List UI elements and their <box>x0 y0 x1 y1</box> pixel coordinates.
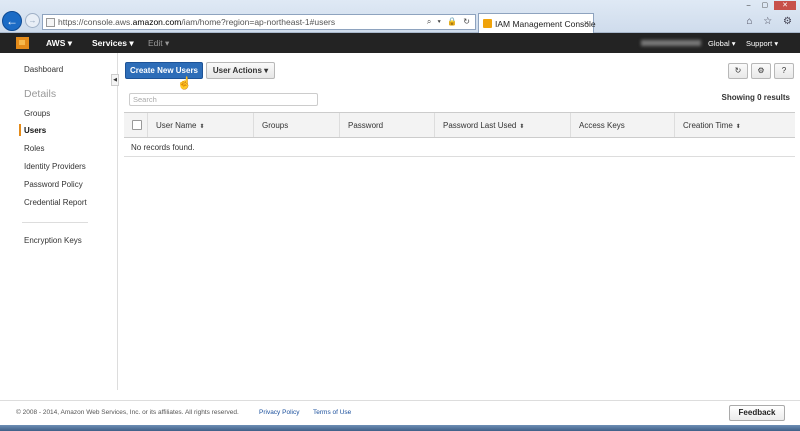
column-label: Creation Time <box>683 121 733 130</box>
sidebar-item-roles[interactable]: Roles <box>24 144 44 153</box>
column-access-keys[interactable]: Access Keys <box>571 113 675 137</box>
feedback-button[interactable]: Feedback <box>729 405 785 421</box>
sidebar-item-groups[interactable]: Groups <box>24 109 50 118</box>
sidebar-item-credential-report[interactable]: Credential Report <box>24 198 87 207</box>
sidebar-item-dashboard[interactable]: Dashboard <box>24 65 63 74</box>
column-password-last-used[interactable]: Password Last Used ⬍ <box>435 113 571 137</box>
sidebar: Dashboard Details Groups Users Roles Ide… <box>0 53 118 390</box>
page-icon <box>46 18 55 27</box>
os-taskbar <box>0 425 800 431</box>
sidebar-item-identity-providers[interactable]: Identity Providers <box>24 162 86 171</box>
column-label: Password <box>348 121 384 130</box>
window-controls: – ▢ ✕ <box>742 0 796 10</box>
url-domain: amazon.com <box>132 17 182 27</box>
column-creation-time[interactable]: Creation Time ⬍ <box>675 113 795 137</box>
column-label: Password Last Used <box>443 121 517 130</box>
nav-aws-menu[interactable]: AWS ▾ <box>46 38 72 49</box>
table-divider <box>124 156 795 157</box>
account-name-blurred[interactable] <box>641 40 701 46</box>
sidebar-item-password-policy[interactable]: Password Policy <box>24 180 83 189</box>
nav-services-menu[interactable]: Services ▾ <box>92 38 134 49</box>
result-count: Showing 0 results <box>721 93 790 102</box>
select-all-cell <box>124 113 148 137</box>
privacy-policy-link[interactable]: Privacy Policy <box>259 409 299 416</box>
column-label: Access Keys <box>579 121 625 130</box>
sort-icon: ⬍ <box>199 124 205 130</box>
close-window-icon[interactable]: ✕ <box>774 1 796 10</box>
users-table-header: User Name ⬍ Groups Password Password Last… <box>124 112 795 138</box>
column-groups[interactable]: Groups <box>254 113 340 137</box>
copyright-text: © 2008 - 2014, Amazon Web Services, Inc.… <box>16 409 239 416</box>
search-input[interactable] <box>129 93 318 106</box>
nav-region-menu[interactable]: Global ▾ <box>708 39 736 48</box>
column-password[interactable]: Password <box>340 113 435 137</box>
address-bar-icons[interactable]: ⌕ ▾ 🔒 ↻ <box>427 17 472 27</box>
back-button[interactable]: ← <box>2 11 22 31</box>
column-user-name[interactable]: User Name ⬍ <box>148 113 254 137</box>
url-prefix: https://console.aws. <box>58 17 133 27</box>
nav-support-menu[interactable]: Support ▾ <box>746 39 778 48</box>
column-label: User Name <box>156 121 197 130</box>
sidebar-heading-details: Details <box>24 88 57 100</box>
refresh-icon[interactable]: ↻ <box>728 63 748 79</box>
terms-of-use-link[interactable]: Terms of Use <box>313 409 351 416</box>
user-actions-dropdown[interactable]: User Actions ▾ <box>206 62 275 79</box>
url-path: /iam/home?region=ap-northeast-1#users <box>181 17 336 27</box>
arrow-left-icon: ← <box>6 14 18 28</box>
arrow-right-icon: → <box>28 16 37 25</box>
aws-cube-icon[interactable] <box>16 37 29 49</box>
browser-toolbar: – ▢ ✕ ← → https://console.aws.amazon.com… <box>0 0 800 33</box>
hand-cursor-icon: ☝ <box>177 76 192 90</box>
sort-icon: ⬍ <box>735 124 741 130</box>
url-text[interactable]: https://console.aws.amazon.com/iam/home?… <box>58 17 335 27</box>
browser-tab[interactable]: IAM Management Console × <box>478 13 596 33</box>
aws-top-nav: AWS ▾ Services ▾ Edit ▾ Global ▾ Support… <box>0 33 800 53</box>
sidebar-item-encryption-keys[interactable]: Encryption Keys <box>24 236 82 245</box>
maximize-icon[interactable]: ▢ <box>758 1 772 10</box>
sidebar-item-users[interactable]: Users <box>24 126 46 135</box>
tab-close-icon[interactable]: × <box>584 18 589 28</box>
empty-table-message: No records found. <box>131 143 195 152</box>
forward-button[interactable]: → <box>25 13 40 28</box>
select-all-checkbox[interactable] <box>132 120 142 130</box>
aws-favicon-icon <box>483 19 492 28</box>
help-icon[interactable]: ? <box>774 63 794 79</box>
sidebar-divider <box>22 222 88 223</box>
sort-icon: ⬍ <box>519 124 525 130</box>
column-label: Groups <box>262 121 289 130</box>
sidebar-collapse-icon[interactable]: ◀ <box>111 74 119 86</box>
nav-edit-menu[interactable]: Edit ▾ <box>148 38 169 49</box>
gear-icon[interactable]: ⚙ <box>751 63 771 79</box>
active-indicator <box>19 124 21 136</box>
minimize-icon[interactable]: – <box>742 1 756 10</box>
footer: © 2008 - 2014, Amazon Web Services, Inc.… <box>0 400 800 424</box>
browser-home-favorites-settings-icons[interactable]: ⌂ ☆ ⚙ <box>746 16 796 27</box>
address-bar[interactable]: https://console.aws.amazon.com/iam/home?… <box>42 14 476 30</box>
tab-title: IAM Management Console <box>495 19 596 29</box>
